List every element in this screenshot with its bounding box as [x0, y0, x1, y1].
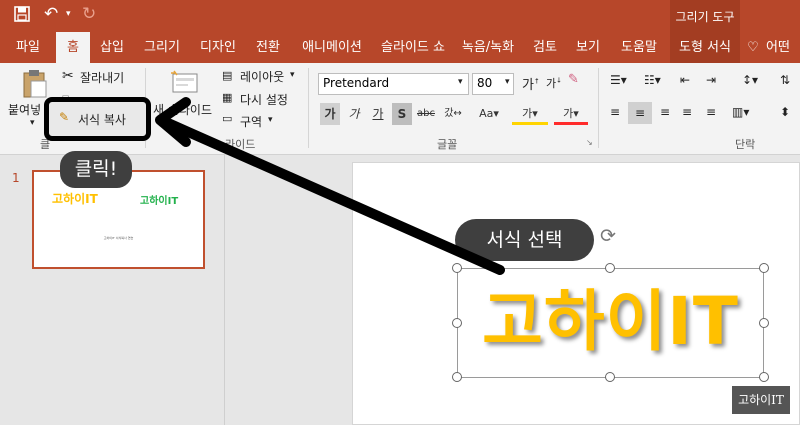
watermark-logo: 고하이IT	[732, 386, 790, 414]
annotation-arrow	[155, 97, 505, 275]
